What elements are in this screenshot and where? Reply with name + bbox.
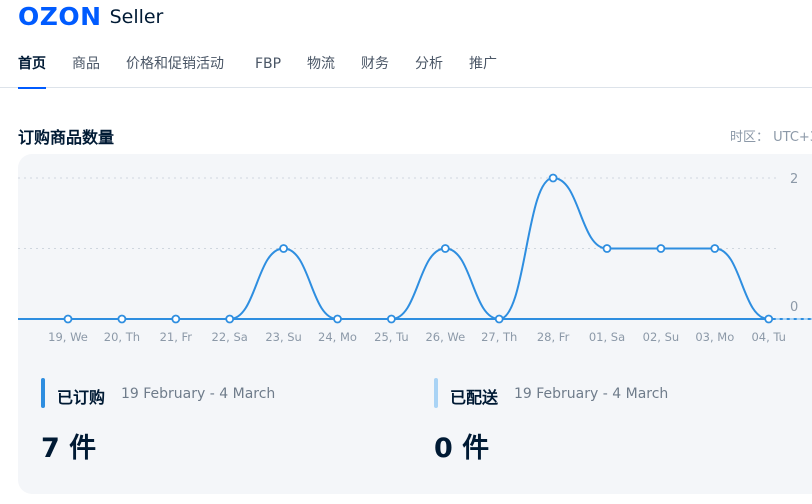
data-point — [279, 244, 289, 253]
tab-finance[interactable]: 财务 — [361, 55, 389, 88]
orders-line-chart: 2 0 19, We 20, Th 21, Fr 22, Sa 23, Su 24, Mo 25… — [18, 172, 812, 344]
shipped-label: 已配送 — [450, 388, 499, 407]
x-tick-label: 04, Tu — [751, 330, 786, 344]
x-tick-label: 22, Sa — [212, 330, 248, 344]
tab-analytics[interactable]: 分析 — [415, 55, 443, 88]
x-tick-label: 19, We — [48, 330, 88, 344]
data-point — [333, 314, 342, 324]
shipped-date-range: 19 February - 4 March — [514, 386, 669, 402]
data-point — [548, 173, 558, 183]
x-tick-label: 24, Mo — [318, 330, 357, 344]
data-point — [656, 244, 666, 253]
y-tick-label: 0 — [790, 300, 798, 315]
orders-chart-card: 2 0 19, We 20, Th 21, Fr 22, Sa 23, Su 24, Mo 25… — [18, 154, 812, 494]
x-tick-label: 03, Mo — [695, 330, 734, 344]
tab-products[interactable]: 商品 — [72, 55, 100, 88]
shipped-color-marker — [434, 378, 438, 408]
data-point — [440, 244, 450, 253]
data-point — [117, 314, 127, 324]
x-tick-label: 28, Fr — [537, 330, 570, 344]
section-title: 订购商品数量 — [18, 128, 115, 147]
data-point — [764, 314, 774, 324]
x-tick-label: 02, Su — [643, 330, 680, 344]
ordered-count: 7 件 — [41, 433, 97, 464]
y-tick-label: 2 — [790, 172, 798, 187]
tab-fbp[interactable]: FBP — [255, 55, 281, 88]
tab-pricing[interactable]: 价格和促销活动 — [126, 55, 224, 88]
logo-product-name: Seller — [109, 6, 164, 28]
x-tick-label: 25, Tu — [374, 330, 409, 344]
data-point — [171, 314, 181, 324]
x-tick-label: 01, Sa — [589, 330, 625, 344]
x-tick-label: 26, We — [425, 330, 465, 344]
shipped-count: 0 件 — [434, 433, 490, 464]
x-tick-label: 27, Th — [481, 330, 517, 344]
ordered-color-marker — [41, 378, 45, 408]
tab-promotion[interactable]: 推广 — [469, 55, 497, 88]
ordered-date-range: 19 February - 4 March — [121, 386, 276, 402]
app-header: OZON Seller — [0, 0, 812, 36]
data-point — [225, 314, 235, 324]
main-nav: 首页 商品 价格和促销活动 FBP 物流 财务 分析 推广 — [0, 46, 812, 89]
logo-wordmark: OZON — [18, 2, 102, 31]
data-point — [710, 244, 720, 253]
ozon-seller-logo[interactable]: OZON Seller — [18, 4, 163, 30]
tab-logistics[interactable]: 物流 — [307, 55, 335, 88]
data-point — [602, 244, 612, 253]
x-tick-label: 23, Su — [265, 330, 302, 344]
data-point — [494, 314, 504, 324]
x-tick-label: 20, Th — [104, 330, 140, 344]
timezone-selector[interactable]: 时区： UTC+3 — [730, 126, 812, 145]
data-point — [63, 314, 73, 324]
tab-home[interactable]: 首页 — [18, 55, 46, 89]
x-tick-label: 21, Fr — [160, 330, 193, 344]
ordered-label: 已订购 — [57, 388, 106, 407]
data-point — [386, 314, 396, 324]
